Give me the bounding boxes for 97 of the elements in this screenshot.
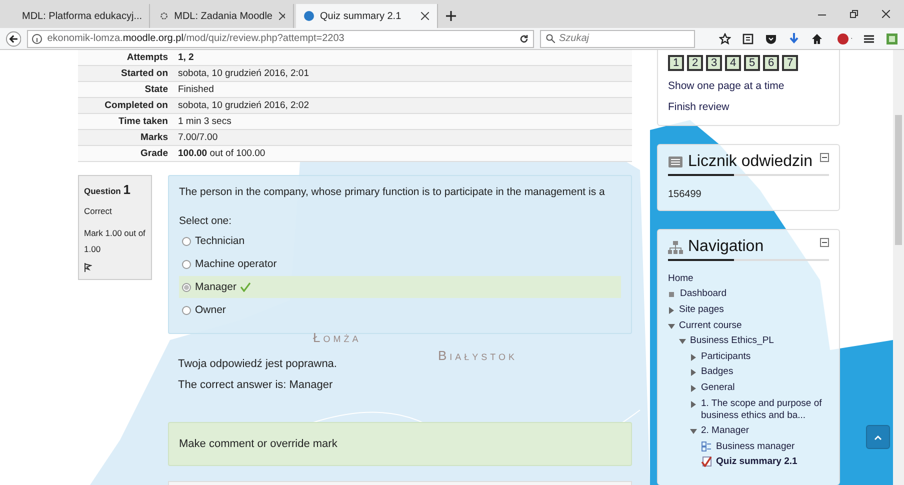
summary-value: 1 min 3 secs — [177, 116, 232, 127]
page-button[interactable]: 4 — [725, 55, 741, 71]
home-icon[interactable] — [811, 32, 823, 44]
caret-down-icon — [679, 338, 686, 346]
feedback-text: The correct answer is: Manager — [178, 379, 334, 391]
summary-value: Finished — [177, 84, 215, 95]
sidebar-link[interactable]: Finish review — [668, 101, 829, 113]
radio-button[interactable] — [182, 282, 191, 292]
collapse-icon[interactable] — [820, 238, 829, 247]
check-icon — [240, 282, 252, 292]
site-logo-icon — [304, 11, 314, 21]
menu-icon[interactable] — [863, 32, 875, 44]
summary-label: Completed on — [104, 100, 169, 111]
summary-label: Grade — [140, 148, 169, 159]
summary-label: State — [144, 84, 169, 95]
summary-label: Attempts — [126, 52, 169, 63]
summary-value: sobota, 10 grudzień 2016, 2:02 — [177, 100, 310, 111]
browser-tab[interactable]: Quiz summary 2.1 — [296, 4, 438, 28]
caret-right-icon — [690, 400, 697, 408]
radio-button[interactable] — [182, 260, 191, 268]
nav-tree-item[interactable]: 1. The scope and purpose of business ethics and ba... — [701, 398, 829, 422]
reload-icon[interactable] — [519, 34, 529, 44]
caret-right-icon — [690, 384, 697, 392]
extension-icon[interactable] — [886, 32, 898, 44]
summary-value: 7.00/7.00 — [177, 132, 219, 143]
select-prompt: Select one: — [179, 215, 233, 227]
question-text: The person in the company, whose primary function is to participate in the management is a — [179, 186, 606, 198]
card-title: Licznik odwiedzin — [688, 153, 814, 171]
caret-down-icon — [668, 322, 675, 330]
scrollbar-thumb[interactable] — [895, 115, 902, 245]
radio-button[interactable] — [182, 236, 191, 246]
radio-button[interactable] — [182, 306, 191, 314]
nav-tree-item[interactable]: Participants — [701, 350, 751, 363]
scrollbar[interactable] — [893, 50, 904, 485]
close-icon[interactable] — [882, 10, 890, 18]
nav-tree-item[interactable]: General — [701, 382, 735, 394]
nav-tree-item[interactable]: Current course — [679, 320, 742, 332]
page-button[interactable]: 7 — [782, 55, 798, 71]
answer-option: Technician — [195, 235, 245, 247]
pocket-icon[interactable] — [765, 32, 777, 44]
list-icon — [668, 156, 683, 168]
comment-link[interactable]: Make comment or override mark — [168, 422, 632, 466]
summary-label: Started on — [120, 68, 169, 79]
summary-value: 100.00 out of 100.00 — [177, 148, 266, 159]
download-icon[interactable] — [788, 32, 800, 44]
nav-tree-item[interactable]: Site pages — [679, 304, 724, 316]
nav-tree-item[interactable]: Badges — [701, 366, 734, 378]
search-icon — [546, 34, 555, 43]
summary-value: 1, 2 — [177, 52, 195, 63]
nav-tree-item[interactable]: Business Ethics_PL — [690, 335, 774, 348]
summary-value: sobota, 10 grudzień 2016, 2:01 — [177, 68, 310, 79]
quiz-check-icon — [701, 456, 712, 468]
page-icon — [701, 440, 712, 452]
close-icon[interactable] — [278, 12, 285, 20]
restore-icon[interactable] — [850, 10, 858, 18]
question-mark: Mark 1.00 out of 1.00 — [84, 227, 146, 256]
collapse-icon[interactable] — [820, 153, 829, 162]
page-button[interactable]: 3 — [706, 55, 722, 71]
answer-option: Machine operator — [195, 258, 277, 270]
nav-tree-item[interactable]: 2. Manager — [701, 425, 750, 438]
bullet-icon — [669, 292, 674, 298]
star-icon[interactable] — [719, 32, 731, 44]
feedback-text: Twoja odpowiedź jest poprawna. — [178, 358, 338, 370]
map-label: Łomża — [313, 330, 362, 345]
gear-icon — [160, 11, 168, 21]
summary-label: Marks — [140, 132, 169, 143]
caret-down-icon — [690, 428, 697, 436]
reading-list-icon[interactable] — [742, 32, 754, 44]
card-title: Navigation — [688, 238, 765, 256]
page-button[interactable]: 2 — [687, 55, 703, 71]
close-icon[interactable] — [421, 12, 429, 20]
plus-icon[interactable] — [446, 11, 456, 21]
page-button[interactable]: 1 — [668, 55, 684, 71]
summary-label: Time taken — [118, 116, 169, 127]
search-input[interactable]: Szukaj — [559, 33, 689, 44]
sitemap-icon — [668, 240, 683, 254]
caret-right-icon — [690, 369, 697, 376]
flag-icon[interactable] — [84, 263, 92, 272]
visit-count: 156499 — [668, 189, 702, 200]
scroll-to-top-button[interactable] — [866, 425, 890, 449]
page-button[interactable]: 6 — [763, 55, 779, 71]
sidebar-link[interactable]: Show one page at a time — [668, 80, 829, 92]
chevron-up-icon — [874, 434, 882, 440]
nav-tree-item[interactable]: Business manager — [716, 440, 795, 453]
map-label: Białystok — [438, 348, 518, 363]
caret-right-icon — [668, 306, 675, 314]
question-status: Correct — [84, 205, 113, 218]
answer-option: Owner — [195, 304, 226, 316]
nav-tree-item[interactable]: Quiz summary 2.1 — [716, 456, 798, 468]
search-field[interactable]: Szukaj — [540, 30, 695, 48]
info-icon[interactable] — [32, 34, 42, 44]
nav-tree-item[interactable]: Home — [668, 272, 694, 285]
answer-option: Manager — [195, 281, 236, 293]
question-number: Question 1 — [84, 182, 132, 197]
page-button[interactable]: 5 — [744, 55, 760, 71]
caret-right-icon — [690, 354, 697, 361]
nav-tree-item[interactable]: Dashboard — [680, 288, 726, 300]
